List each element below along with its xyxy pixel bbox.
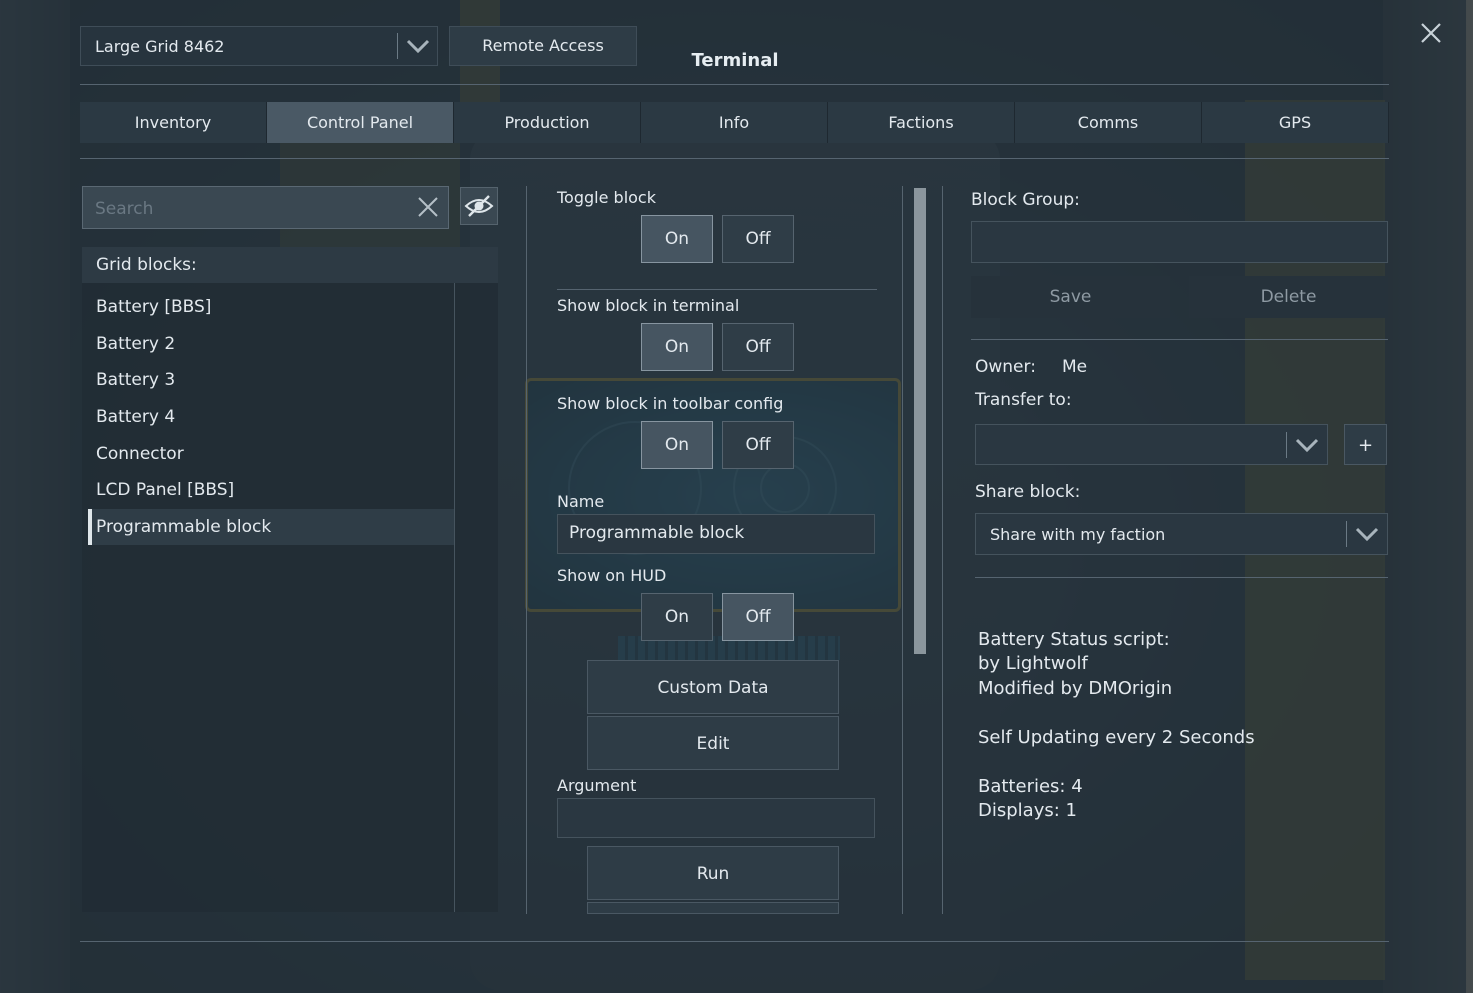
show-in-terminal-off-button[interactable]: Off: [722, 323, 794, 371]
terminal-window: Large Grid 8462 Remote Access Terminal I…: [0, 0, 1466, 993]
middle-scrollbar-thumb[interactable]: [914, 188, 926, 654]
script-info-line: Self Updating every 2 Seconds: [978, 727, 1255, 748]
search-box: [82, 186, 449, 229]
clear-search-icon[interactable]: [415, 194, 441, 220]
header-divider: [80, 84, 1389, 85]
delete-button[interactable]: Delete: [1189, 276, 1388, 318]
tab-comms[interactable]: Comms: [1015, 102, 1202, 143]
list-header: Grid blocks:: [82, 247, 498, 283]
remote-access-button[interactable]: Remote Access: [449, 26, 637, 66]
tab-production[interactable]: Production: [454, 102, 641, 143]
transfer-to-dropdown[interactable]: [975, 424, 1328, 465]
toggle-block-label: Toggle block: [557, 188, 656, 207]
show-in-toolbar-on-button[interactable]: On: [641, 421, 713, 469]
script-info-line: Displays: 1: [978, 800, 1077, 821]
show-in-toolbar-off-button[interactable]: Off: [722, 421, 794, 469]
tab-bar: Inventory Control Panel Production Info …: [80, 102, 1389, 143]
block-group-label: Block Group:: [971, 190, 1080, 210]
grid-select-value: Large Grid 8462: [95, 37, 225, 56]
name-field-value: Programmable block: [569, 523, 745, 543]
name-field[interactable]: Programmable block: [557, 514, 875, 554]
right-panel-divider: [942, 186, 943, 914]
share-block-dropdown[interactable]: Share with my faction: [975, 513, 1388, 555]
script-info-line: Battery Status script:: [978, 629, 1170, 650]
list-item[interactable]: Battery 2: [88, 326, 454, 362]
show-on-hud-off-button[interactable]: Off: [722, 593, 794, 641]
toggle-divider: [557, 289, 877, 290]
add-transfer-button[interactable]: +: [1344, 424, 1387, 465]
share-block-value: Share with my faction: [990, 525, 1166, 544]
tab-factions[interactable]: Factions: [828, 102, 1015, 143]
save-button[interactable]: Save: [971, 276, 1170, 318]
show-in-terminal-label: Show block in terminal: [557, 296, 740, 315]
search-input[interactable]: [93, 195, 407, 223]
argument-label: Argument: [557, 776, 637, 795]
owner-value: Me: [1062, 357, 1088, 377]
custom-data-button[interactable]: Custom Data: [587, 660, 839, 714]
edit-button[interactable]: Edit: [587, 716, 839, 770]
grid-blocks-list: Grid blocks: Battery [BBS] Battery 2 Bat…: [82, 247, 498, 912]
block-group-field[interactable]: [971, 221, 1388, 263]
tab-control-panel[interactable]: Control Panel: [267, 102, 454, 143]
list-scrollbar-track: [454, 283, 455, 912]
script-info-line: Batteries: 4: [978, 776, 1083, 797]
footer-divider: [80, 941, 1389, 942]
show-on-hud-on-button[interactable]: On: [641, 593, 713, 641]
list-item[interactable]: Connector: [88, 436, 454, 472]
partially-hidden-button[interactable]: [587, 902, 839, 914]
list-item[interactable]: Battery [BBS]: [88, 289, 454, 325]
script-info-line: by Lightwolf: [978, 653, 1088, 674]
show-in-toolbar-label: Show block in toolbar config: [557, 394, 784, 413]
list-item[interactable]: Battery 3: [88, 362, 454, 398]
window-title: Terminal: [691, 50, 779, 71]
middle-left-divider: [526, 186, 527, 914]
list-item[interactable]: LCD Panel [BBS]: [88, 472, 454, 508]
hide-blocks-toggle[interactable]: [460, 187, 498, 225]
transfer-to-label: Transfer to:: [975, 390, 1072, 410]
right-divider-2: [975, 577, 1388, 578]
tab-inventory[interactable]: Inventory: [80, 102, 267, 143]
tab-info[interactable]: Info: [641, 102, 828, 143]
share-block-label: Share block:: [975, 482, 1081, 502]
right-divider-1: [971, 339, 1388, 340]
grid-select-dropdown[interactable]: Large Grid 8462: [80, 26, 438, 66]
toggle-block-off-button[interactable]: Off: [722, 215, 794, 263]
name-label: Name: [557, 492, 605, 511]
script-info-line: Modified by DMOrigin: [978, 678, 1173, 699]
close-icon[interactable]: [1414, 18, 1448, 48]
middle-right-divider: [902, 186, 903, 914]
list-item[interactable]: Battery 4: [88, 399, 454, 435]
chevron-down-icon: [1355, 527, 1379, 542]
chevron-down-icon: [1295, 438, 1319, 453]
toggle-block-on-button[interactable]: On: [641, 215, 713, 263]
eye-hidden-icon: [464, 195, 494, 217]
tabs-divider: [80, 158, 1389, 159]
owner-label: Owner:: [975, 357, 1036, 377]
argument-field[interactable]: [557, 798, 875, 838]
show-in-terminal-on-button[interactable]: On: [641, 323, 713, 371]
chevron-down-icon: [406, 39, 430, 54]
run-button[interactable]: Run: [587, 846, 839, 900]
show-on-hud-label: Show on HUD: [557, 566, 667, 585]
tab-gps[interactable]: GPS: [1202, 102, 1389, 143]
list-item-selected[interactable]: Programmable block: [88, 509, 454, 545]
